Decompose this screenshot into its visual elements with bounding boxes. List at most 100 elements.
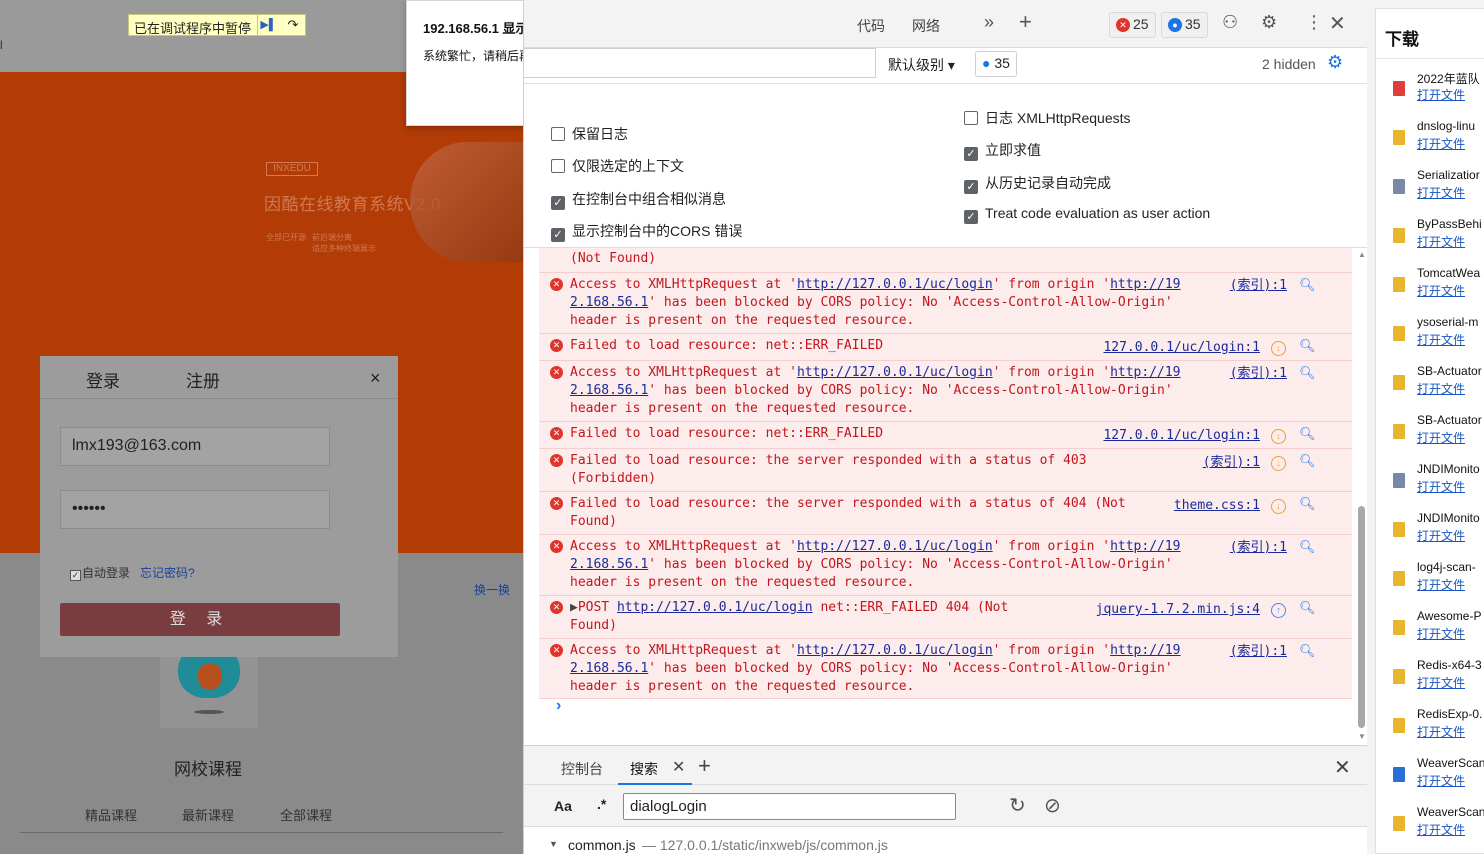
download-item[interactable]: Awesome-P 打开文件 xyxy=(1375,609,1484,658)
search-result[interactable]: ▼ common.js — 127.0.0.1/static/inxweb/js… xyxy=(524,828,1368,854)
checkbox-icon[interactable]: ✓ xyxy=(551,228,565,242)
gear-icon[interactable]: ⚙ xyxy=(1261,12,1277,33)
email-field[interactable]: lmx193@163.com xyxy=(60,427,330,466)
open-file-link[interactable]: 打开文件 xyxy=(1417,331,1465,348)
option-autocomplete-history[interactable]: ✓ 从历史记录自动完成 xyxy=(964,173,1111,194)
search-input[interactable] xyxy=(623,793,956,820)
option-eager-eval[interactable]: ✓ 立即求值 xyxy=(964,140,1041,161)
match-case-button[interactable]: Aa xyxy=(554,798,572,814)
open-file-link[interactable]: 打开文件 xyxy=(1417,625,1465,642)
close-tab-icon[interactable]: ✕ xyxy=(672,757,685,777)
open-file-link[interactable]: 打开文件 xyxy=(1417,282,1465,299)
option-log-xhr[interactable]: 日志 XMLHttpRequests xyxy=(964,108,1131,128)
origin-link[interactable]: http://19 xyxy=(1110,643,1180,658)
origin-link[interactable]: 2.168.56.1 xyxy=(570,295,648,310)
open-file-link[interactable]: 打开文件 xyxy=(1417,429,1465,446)
source-link[interactable]: (索引):1 xyxy=(1203,454,1260,472)
search-icon[interactable]: 🔍︎ xyxy=(1299,452,1316,470)
download-item[interactable]: dnslog-linu 打开文件 xyxy=(1375,119,1484,168)
checkbox-icon[interactable] xyxy=(551,127,565,141)
download-item[interactable]: SB-Actuator 打开文件 xyxy=(1375,364,1484,413)
resume-icon[interactable]: ▶▌ xyxy=(257,15,279,35)
search-icon[interactable]: 🔍︎ xyxy=(1299,599,1316,617)
origin-link[interactable]: 2.168.56.1 xyxy=(570,383,648,398)
tab-console[interactable]: 控制台 xyxy=(561,759,603,779)
download-item[interactable]: RedisExp-0. 打开文件 xyxy=(1375,707,1484,756)
download-item[interactable]: ysoserial-m 打开文件 xyxy=(1375,315,1484,364)
messages-filter-badge[interactable]: ● 35 xyxy=(975,51,1017,77)
regex-button[interactable]: .* xyxy=(597,796,606,812)
auto-login-checkbox[interactable]: ✓ 自动登录 xyxy=(70,564,130,581)
source-link[interactable]: jquery-1.7.2.min.js:4 xyxy=(1096,601,1260,619)
source-link[interactable]: (索引):1 xyxy=(1230,539,1287,557)
tab-network[interactable]: 网络 xyxy=(912,16,940,36)
message-url-link[interactable]: http://127.0.0.1/uc/login xyxy=(797,365,993,380)
console-settings-icon[interactable]: ⚙ xyxy=(1327,52,1343,73)
open-file-link[interactable]: 打开文件 xyxy=(1417,723,1465,740)
origin-link[interactable]: http://19 xyxy=(1110,277,1180,292)
log-level-dropdown[interactable]: 默认级别 ▾ xyxy=(888,55,955,75)
source-link[interactable]: theme.css:1 xyxy=(1174,497,1260,515)
source-link[interactable]: 127.0.0.1/uc/login:1 xyxy=(1103,339,1260,357)
download-item[interactable]: WeaverScan 打开文件 xyxy=(1375,756,1484,805)
search-icon[interactable]: 🔍︎ xyxy=(1299,495,1316,513)
step-over-icon[interactable]: ↷ xyxy=(281,15,305,35)
course-tab-featured[interactable]: 精品课程 xyxy=(85,805,137,824)
open-file-link[interactable]: 打开文件 xyxy=(1417,527,1465,544)
scrollbar-thumb[interactable] xyxy=(1358,506,1365,728)
source-link[interactable]: (索引):1 xyxy=(1230,277,1287,295)
chevron-down-icon[interactable]: ▼ xyxy=(549,839,558,849)
origin-link[interactable]: 2.168.56.1 xyxy=(570,661,648,676)
checkbox-icon[interactable] xyxy=(964,111,978,125)
expand-triangle-icon[interactable]: ▶ xyxy=(570,600,578,615)
download-item[interactable]: Serializatior 打开文件 xyxy=(1375,168,1484,217)
error-count-badge[interactable]: ✕ 25 xyxy=(1109,12,1156,38)
message-url-link[interactable]: http://127.0.0.1/uc/login xyxy=(797,539,993,554)
clear-icon[interactable]: ⊘ xyxy=(1044,793,1061,818)
add-tab-icon[interactable]: + xyxy=(1019,9,1032,35)
tab-search[interactable]: 搜索 xyxy=(630,759,658,779)
open-file-link[interactable]: 打开文件 xyxy=(1417,380,1465,397)
message-count-badge[interactable]: ● 35 xyxy=(1161,12,1208,38)
option-cors-errors[interactable]: ✓ 显示控制台中的CORS 错误 xyxy=(551,221,742,242)
connect-icon[interactable]: ⚇ xyxy=(1222,12,1238,33)
checkbox-icon[interactable]: ✓ xyxy=(964,210,978,224)
download-item[interactable]: ByPassBehi 打开文件 xyxy=(1375,217,1484,266)
open-file-link[interactable]: 打开文件 xyxy=(1417,86,1465,103)
search-icon[interactable]: 🔍︎ xyxy=(1299,337,1316,355)
search-icon[interactable]: 🔍︎ xyxy=(1299,425,1316,443)
close-icon[interactable]: ✕ xyxy=(1329,11,1346,36)
download-item[interactable]: SB-Actuator 打开文件 xyxy=(1375,413,1484,462)
option-preserve-log[interactable]: 保留日志 xyxy=(551,124,628,144)
source-link[interactable]: 127.0.0.1/uc/login:1 xyxy=(1103,427,1260,445)
open-file-link[interactable]: 打开文件 xyxy=(1417,478,1465,495)
download-item[interactable]: WeaverScan 打开文件 xyxy=(1375,805,1484,854)
console-prompt[interactable]: › xyxy=(556,697,561,715)
download-item[interactable]: Redis-x64-3 打开文件 xyxy=(1375,658,1484,707)
checkbox-icon[interactable]: ✓ xyxy=(964,180,978,194)
checkbox-icon[interactable] xyxy=(551,159,565,173)
checkbox-icon[interactable]: ✓ xyxy=(964,147,978,161)
open-file-link[interactable]: 打开文件 xyxy=(1417,576,1465,593)
origin-link[interactable]: http://19 xyxy=(1110,365,1180,380)
search-icon[interactable]: 🔍︎ xyxy=(1299,642,1316,660)
open-file-link[interactable]: 打开文件 xyxy=(1417,135,1465,152)
checkbox-icon[interactable]: ✓ xyxy=(551,196,565,210)
add-tab-icon[interactable]: + xyxy=(698,753,711,779)
swap-link[interactable]: 换一换 xyxy=(474,581,510,598)
close-drawer-icon[interactable]: ✕ xyxy=(1334,755,1351,780)
tab-login[interactable]: 登录 xyxy=(86,367,120,392)
origin-link[interactable]: http://19 xyxy=(1110,539,1180,554)
source-link[interactable]: (索引):1 xyxy=(1230,643,1287,661)
checkbox-icon[interactable]: ✓ xyxy=(70,570,81,581)
forgot-password-link[interactable]: 忘记密码? xyxy=(140,564,195,581)
download-item[interactable]: 2022年蓝队 打开文件 xyxy=(1375,70,1484,119)
download-item[interactable]: log4j-scan- 打开文件 xyxy=(1375,560,1484,609)
course-tab-all[interactable]: 全部课程 xyxy=(280,805,332,824)
open-file-link[interactable]: 打开文件 xyxy=(1417,233,1465,250)
open-file-link[interactable]: 打开文件 xyxy=(1417,772,1465,789)
download-item[interactable]: TomcatWea 打开文件 xyxy=(1375,266,1484,315)
message-url-link[interactable]: http://127.0.0.1/uc/login xyxy=(617,600,813,615)
open-file-link[interactable]: 打开文件 xyxy=(1417,674,1465,691)
close-icon[interactable]: × xyxy=(370,368,381,389)
